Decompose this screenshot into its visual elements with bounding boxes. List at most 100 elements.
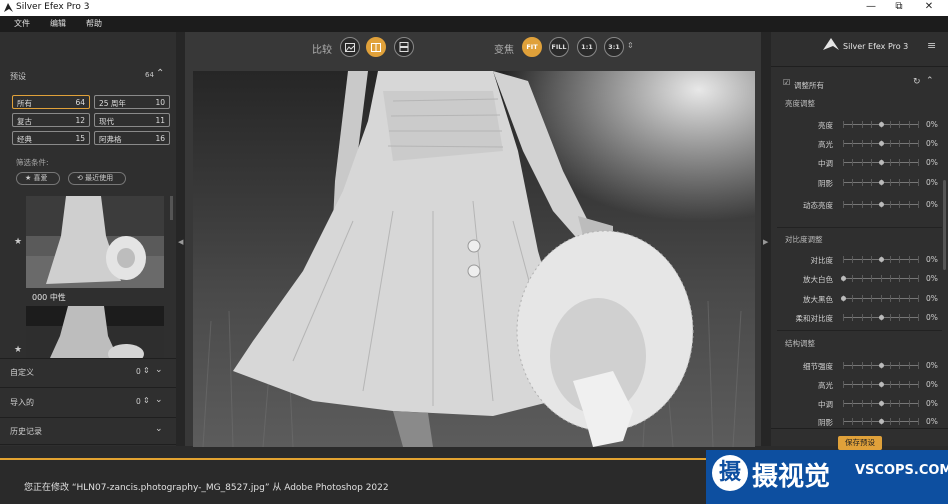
slider-track[interactable] — [843, 179, 920, 186]
filter-favorites-button[interactable]: ★ 喜爱 — [16, 172, 60, 185]
adjust-all-checkbox[interactable]: ☑ — [783, 78, 790, 87]
menu-help[interactable]: 帮助 — [86, 18, 102, 29]
presets-scrollbar[interactable] — [170, 196, 173, 220]
left-panel-toggle[interactable]: ◀ — [176, 32, 185, 446]
filter-recent-button[interactable]: ⟲ 最近使用 — [68, 172, 126, 185]
collapse-icon[interactable]: ⌃ — [926, 76, 934, 86]
favorite-star-icon[interactable]: ★ — [14, 345, 22, 355]
zoom-fill-button[interactable]: FILL — [549, 37, 569, 57]
slider-value: 0% — [926, 294, 938, 303]
category-vintage[interactable]: 复古 12 — [12, 113, 90, 127]
category-classic[interactable]: 经典 15 — [12, 131, 90, 145]
preset-thumbnail-label: 000 中性 — [32, 293, 66, 302]
slider-value: 0% — [926, 139, 938, 148]
slider-knob[interactable] — [879, 315, 884, 320]
slider-label: 高光 — [818, 381, 833, 390]
brightness-section-title: 亮度调整 — [785, 99, 815, 108]
history-section-label[interactable]: 历史记录 — [10, 426, 42, 437]
category-25th[interactable]: 25 周年 10 — [94, 95, 170, 109]
chevron-down-icon[interactable]: ⌄ — [155, 424, 163, 434]
close-button[interactable]: ✕ — [914, 0, 944, 16]
sort-icon[interactable]: ⇕ — [143, 396, 150, 405]
slider-knob[interactable] — [879, 141, 884, 146]
slider-knob[interactable] — [879, 401, 884, 406]
custom-count: 0 — [136, 367, 141, 376]
chevron-down-icon[interactable]: ⌄ — [155, 365, 163, 375]
window-title: Silver Efex Pro 3 — [16, 2, 90, 12]
slider-track[interactable] — [843, 256, 920, 263]
presets-count: 64 — [145, 71, 154, 79]
slider-track[interactable] — [841, 275, 920, 282]
reset-icon[interactable]: ↻ — [913, 77, 921, 87]
category-all[interactable]: 所有 64 — [12, 95, 90, 109]
collapse-presets-icon[interactable]: ⌃ — [156, 68, 164, 79]
brand-logo-icon — [823, 38, 839, 50]
slider-knob[interactable] — [879, 160, 884, 165]
sort-icon[interactable]: ⇕ — [143, 366, 150, 375]
slider-knob[interactable] — [879, 382, 884, 387]
slider-knob[interactable] — [841, 296, 846, 301]
slider-track[interactable] — [843, 140, 920, 147]
favorite-star-icon[interactable]: ★ — [14, 237, 22, 247]
custom-section-label[interactable]: 自定义 — [10, 367, 34, 378]
zoom-label: 变焦 — [494, 45, 514, 56]
slider-value: 0% — [926, 274, 938, 283]
slider-track[interactable] — [843, 400, 920, 407]
app-logo-icon — [4, 3, 13, 12]
menu-edit[interactable]: 编辑 — [50, 18, 66, 29]
slider-knob[interactable] — [841, 276, 846, 281]
zoom-3to1-button[interactable]: 3:1 — [604, 37, 624, 57]
compare-label: 比较 — [312, 45, 332, 56]
slider-label: 高光 — [818, 140, 833, 149]
slider-knob[interactable] — [879, 257, 884, 262]
menu-file[interactable]: 文件 — [14, 18, 30, 29]
preset-thumbnail-neutral[interactable] — [26, 196, 164, 288]
slider-knob[interactable] — [879, 122, 884, 127]
right-panel-toggle[interactable]: ▶ — [761, 32, 771, 446]
slider-label: 放大白色 — [803, 275, 833, 284]
slider-value: 0% — [926, 120, 938, 129]
compare-side-by-side-button[interactable] — [394, 37, 414, 57]
filter-label: 筛选条件: — [16, 158, 49, 167]
slider-knob[interactable] — [879, 180, 884, 185]
imported-count: 0 — [136, 397, 141, 406]
minimize-button[interactable]: — — [856, 0, 886, 16]
slider-track[interactable] — [843, 121, 920, 128]
slider-track[interactable] — [843, 381, 920, 388]
slider-label: 阴影 — [818, 179, 833, 188]
zoom-stepper-icon[interactable]: ⇕ — [627, 41, 634, 50]
slider-label: 亮度 — [818, 121, 833, 130]
slider-track[interactable] — [843, 418, 920, 425]
save-preset-button[interactable]: 保存预设 — [838, 436, 882, 450]
slider-knob[interactable] — [879, 202, 884, 207]
slider-label: 柔和对比度 — [795, 314, 834, 323]
slider-value: 0% — [926, 178, 938, 187]
menu-icon[interactable]: ≡ — [927, 39, 936, 52]
slider-track[interactable] — [843, 201, 920, 208]
slider-track[interactable] — [843, 314, 920, 321]
category-modern[interactable]: 现代 11 — [94, 113, 170, 127]
slider-label: 放大黑色 — [803, 295, 833, 304]
slider-knob[interactable] — [879, 419, 884, 424]
slider-track[interactable] — [843, 159, 920, 166]
compare-single-button[interactable] — [340, 37, 360, 57]
restore-button[interactable]: ⧉ — [884, 0, 914, 16]
divider — [777, 330, 942, 331]
preset-thumbnail-next[interactable] — [26, 306, 164, 358]
slider-track[interactable] — [843, 362, 920, 369]
category-agfa[interactable]: 阿弗格 16 — [94, 131, 170, 145]
slider-knob[interactable] — [879, 363, 884, 368]
slider-value: 0% — [926, 158, 938, 167]
chevron-down-icon[interactable]: ⌄ — [155, 395, 163, 405]
zoom-fit-button[interactable]: FIT — [522, 37, 542, 57]
divider — [771, 66, 948, 67]
slider-label: 中调 — [818, 400, 833, 409]
zoom-1to1-button[interactable]: 1:1 — [577, 37, 597, 57]
image-preview[interactable] — [193, 71, 755, 447]
slider-value: 0% — [926, 361, 938, 370]
imported-section-label[interactable]: 导入的 — [10, 397, 34, 408]
compare-split-button[interactable] — [366, 37, 386, 57]
presets-heading: 预设 — [10, 72, 26, 81]
slider-track[interactable] — [841, 295, 920, 302]
panel-scrollbar[interactable] — [943, 180, 946, 270]
